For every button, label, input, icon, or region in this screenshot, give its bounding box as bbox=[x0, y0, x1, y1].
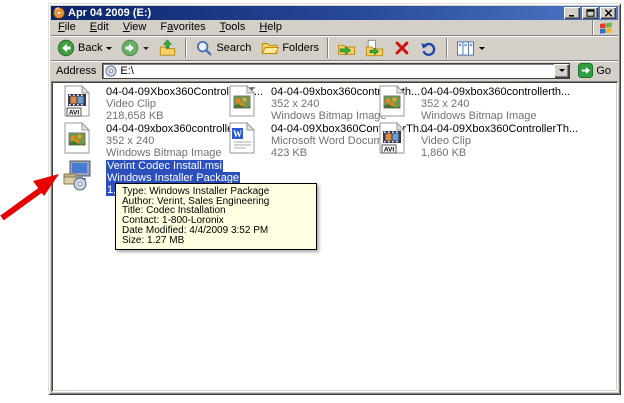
forward-dropdown-icon[interactable] bbox=[143, 46, 150, 50]
file-tile[interactable]: W 04-04-09Xbox360ControllerTh... Microso… bbox=[226, 122, 428, 159]
windows-flag-icon bbox=[599, 22, 612, 34]
move-to-folder-icon bbox=[337, 44, 356, 55]
undo-button[interactable] bbox=[416, 37, 442, 59]
back-label: Back bbox=[78, 42, 103, 54]
toolbar-separator bbox=[327, 38, 330, 58]
toolbar-separator bbox=[185, 38, 188, 58]
file-tile[interactable]: AVI 04-04-09Xbox360ControllerTh... Video… bbox=[376, 122, 618, 159]
back-dropdown-icon[interactable] bbox=[106, 46, 113, 50]
svg-text:AVI: AVI bbox=[384, 147, 395, 154]
folders-label: Folders bbox=[282, 42, 320, 54]
disc-icon bbox=[105, 64, 117, 77]
menu-view[interactable]: View bbox=[116, 20, 154, 35]
red-annotation-arrow bbox=[0, 174, 59, 221]
folders-button[interactable]: Folders bbox=[256, 37, 323, 59]
menu-help[interactable]: Help bbox=[252, 20, 289, 35]
menu-file[interactable]: File bbox=[51, 20, 83, 35]
views-dropdown-icon[interactable] bbox=[479, 46, 486, 50]
file-meta: Video Clip bbox=[421, 135, 471, 147]
address-bar: Address Go bbox=[51, 60, 618, 80]
file-tile[interactable]: 04-04-09xbox360controllerth... 352 x 240… bbox=[226, 85, 420, 122]
delete-x-icon bbox=[395, 41, 409, 55]
address-dropdown-button[interactable] bbox=[554, 63, 570, 78]
copy-to-folder-icon bbox=[365, 39, 384, 57]
undo-icon bbox=[421, 42, 436, 56]
file-name: Verint Codec Install.msi bbox=[106, 160, 223, 172]
menu-favorites[interactable]: Favorites bbox=[153, 20, 212, 35]
file-meta: 352 x 240 bbox=[421, 98, 470, 110]
maximize-button[interactable] bbox=[582, 7, 598, 19]
close-icon bbox=[604, 9, 612, 17]
go-button[interactable]: Go bbox=[574, 62, 615, 80]
forward-icon bbox=[122, 39, 139, 57]
windows-logo bbox=[592, 20, 618, 35]
bitmap-file-icon bbox=[64, 122, 91, 154]
file-tile[interactable]: AVI 04-04-09Xbox360ControllerKT... Video… bbox=[61, 85, 263, 122]
avi-file-icon: AVI bbox=[64, 85, 91, 117]
search-label: Search bbox=[216, 42, 252, 54]
close-button[interactable] bbox=[600, 7, 616, 19]
menu-bar: File Edit View Favorites Tools Help bbox=[51, 20, 618, 35]
maximize-icon bbox=[586, 9, 594, 17]
move-to-button[interactable] bbox=[333, 37, 360, 59]
minimize-icon bbox=[568, 15, 574, 17]
file-tile[interactable]: 04-04-09xbox360controllerth... 352 x 240… bbox=[61, 122, 255, 159]
file-name: 04-04-09Xbox360ControllerTh... bbox=[421, 123, 579, 135]
menu-edit[interactable]: Edit bbox=[83, 20, 116, 35]
msi-installer-icon bbox=[63, 160, 91, 191]
file-list-view[interactable]: AVI 04-04-09Xbox360ControllerKT... Video… bbox=[51, 81, 618, 392]
search-button[interactable]: Search bbox=[191, 37, 255, 59]
chevron-down-icon bbox=[559, 69, 566, 72]
copy-to-button[interactable] bbox=[361, 37, 388, 59]
window-title: Apr 04 2009 (E:) bbox=[68, 7, 152, 19]
svg-text:W: W bbox=[233, 129, 242, 139]
address-combobox[interactable] bbox=[102, 62, 571, 79]
minimize-button[interactable] bbox=[564, 7, 580, 19]
explorer-window: Apr 04 2009 (E:) File Edit View Favorite… bbox=[48, 3, 621, 395]
go-arrow-icon bbox=[578, 63, 594, 78]
address-label: Address bbox=[56, 64, 97, 77]
menu-tools[interactable]: Tools bbox=[213, 20, 253, 35]
file-meta: 1,860 KB bbox=[421, 147, 467, 159]
drive-disc-icon bbox=[53, 7, 65, 19]
file-meta: Windows Bitmap Image bbox=[421, 110, 537, 122]
forward-button[interactable] bbox=[117, 37, 153, 59]
word-document-icon: W bbox=[229, 122, 256, 154]
bitmap-file-icon bbox=[379, 85, 406, 117]
back-button[interactable]: Back bbox=[53, 37, 116, 59]
tooltip-line: Size: 1.27 MB bbox=[122, 234, 185, 246]
up-folder-icon bbox=[160, 39, 176, 56]
svg-text:AVI: AVI bbox=[69, 110, 80, 117]
go-label: Go bbox=[596, 64, 611, 77]
bitmap-file-icon bbox=[229, 85, 256, 117]
delete-button[interactable] bbox=[389, 37, 415, 59]
up-button[interactable] bbox=[154, 37, 181, 59]
views-button[interactable] bbox=[452, 37, 489, 59]
avi-file-icon: AVI bbox=[379, 122, 406, 154]
back-icon bbox=[57, 39, 75, 57]
file-info-tooltip: Type: Windows Installer Package Author: … bbox=[115, 183, 317, 251]
address-input[interactable] bbox=[120, 64, 555, 77]
search-icon bbox=[197, 40, 212, 56]
title-bar[interactable]: Apr 04 2009 (E:) bbox=[51, 6, 618, 20]
folders-icon bbox=[261, 43, 280, 54]
toolbar-separator bbox=[446, 38, 449, 58]
standard-buttons-toolbar: Back Search Folders bbox=[51, 35, 618, 60]
file-name: 04-04-09xbox360controllerth... bbox=[421, 86, 571, 98]
views-icon bbox=[457, 40, 475, 56]
file-tile[interactable]: 04-04-09xbox360controllerth... 352 x 240… bbox=[376, 85, 618, 122]
